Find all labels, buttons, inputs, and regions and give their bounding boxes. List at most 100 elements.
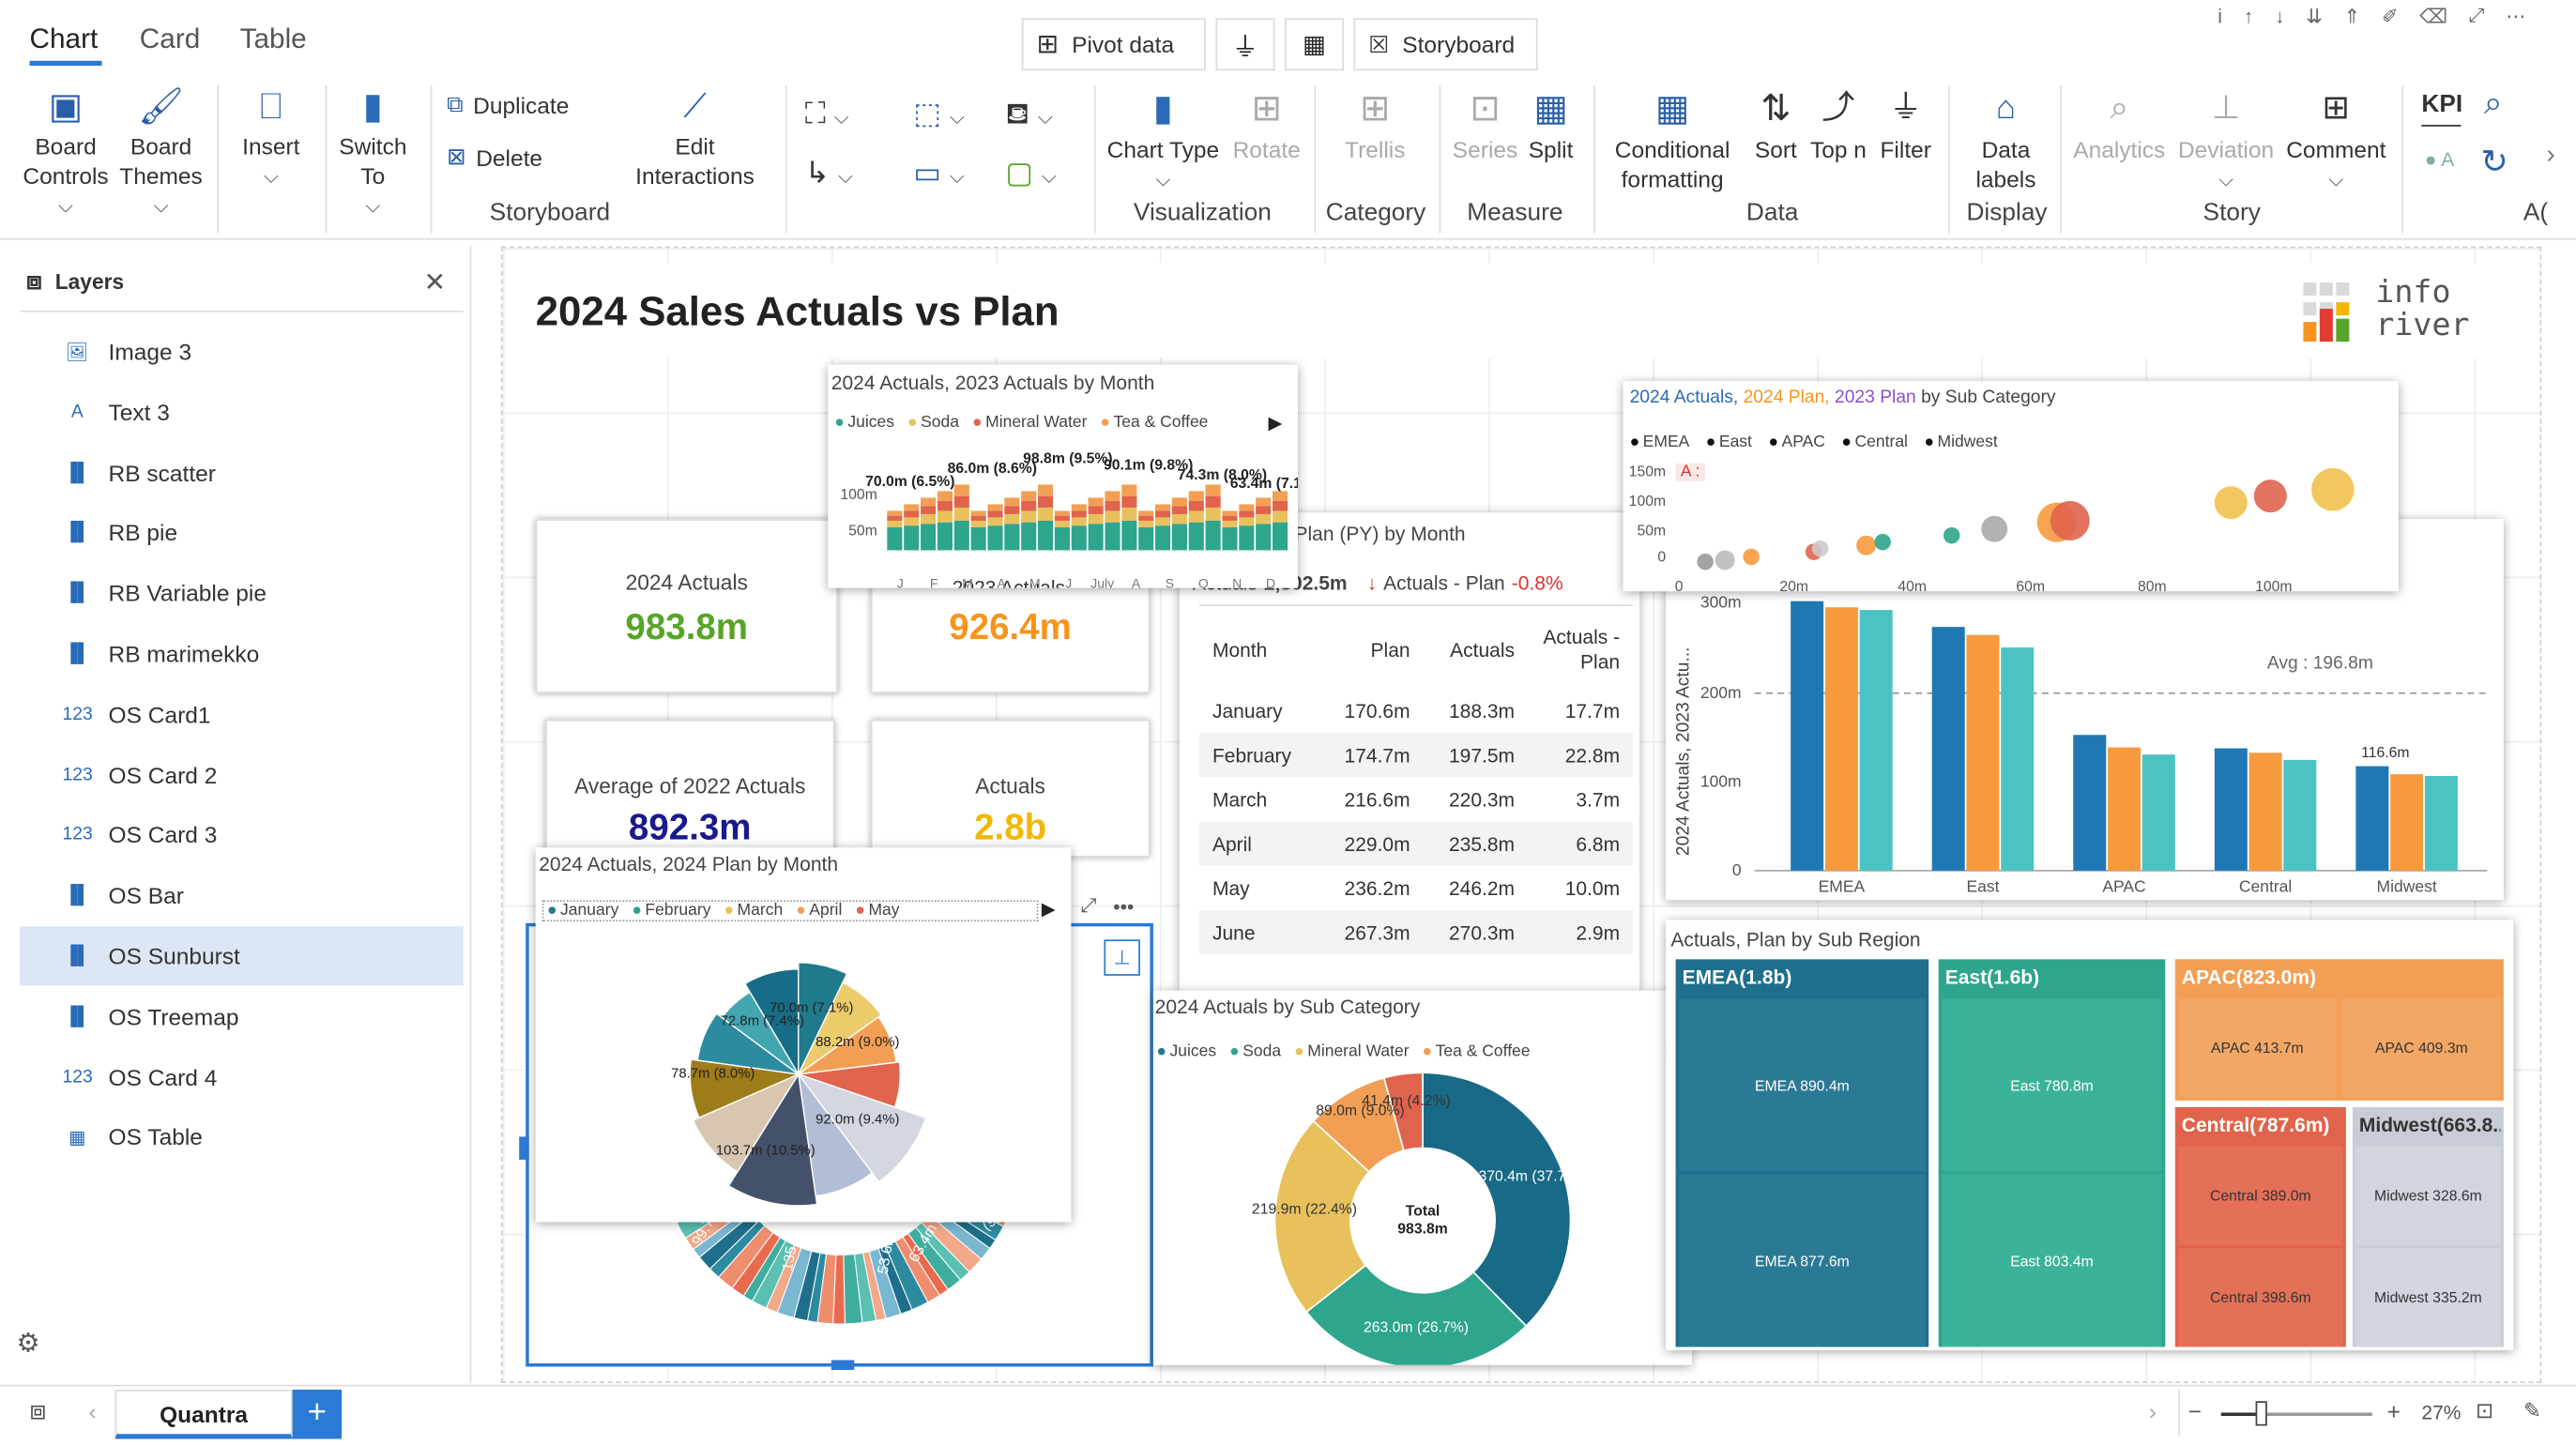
col-header[interactable]: Actuals - Plan — [1528, 613, 1633, 689]
rotate-button[interactable]: ⊞ Rotate — [1226, 83, 1308, 165]
analytics-button[interactable]: ⌕ Analytics — [2070, 83, 2169, 165]
close-icon[interactable]: ✕ — [424, 266, 446, 299]
table-row[interactable]: March 216.6m 220.3m 3.7m — [1199, 777, 1633, 821]
fit-page-icon[interactable]: ⊡ — [2476, 1398, 2493, 1424]
outline-icon[interactable]: ▭ ⌵ — [913, 144, 964, 204]
resize-handle[interactable] — [519, 1136, 529, 1160]
layer-item[interactable]: ▐▌ RB marimekko — [20, 624, 464, 683]
tab-card[interactable]: Card — [140, 23, 201, 56]
duplicate-button[interactable]: ⧉ Duplicate — [447, 90, 569, 118]
col-header[interactable]: Month — [1199, 613, 1318, 689]
table-row[interactable]: May 236.2m 246.2m 10.0m — [1199, 866, 1633, 910]
zoom-out-button[interactable]: − — [2188, 1398, 2202, 1424]
drill-down-icon[interactable]: ⇊ — [2306, 4, 2323, 27]
tab-table[interactable]: Table — [240, 23, 307, 56]
layer-item[interactable]: ▐▌ OS Bar — [20, 866, 464, 925]
kpi-variant[interactable]: ● A — [2425, 148, 2454, 172]
focus-icon[interactable]: ⤢ — [2469, 4, 2485, 28]
info-icon[interactable]: i — [2218, 4, 2222, 27]
ribbon-scroll-right-icon[interactable]: › — [2546, 142, 2554, 172]
field-list-icon[interactable]: ⚙ — [17, 1327, 40, 1360]
layer-item[interactable]: ▦ OS Table — [20, 1108, 464, 1167]
deviation-button[interactable]: ⊥ Deviation ⌵ — [2175, 83, 2278, 194]
treemap-visual[interactable]: Actuals, Plan by Sub Region EMEA(1.8b) EM… — [1666, 920, 2514, 1350]
treemap-group[interactable]: East(1.6b) East 780.8m East 803.4m — [1938, 959, 2166, 1347]
layer-item[interactable]: 🖼 Image 3 — [20, 322, 464, 381]
sort-down-icon[interactable]: ↓ — [2275, 4, 2285, 27]
storyboard-button[interactable]: ☒ Storyboard — [1353, 18, 1538, 71]
treemap-group[interactable]: Central(787.6m) Central 389.0m Central 398… — [2174, 1106, 2346, 1347]
treemap-cell[interactable]: Midwest 328.6m — [2355, 1146, 2501, 1245]
drill-up-icon[interactable]: ⇑ — [2344, 4, 2361, 27]
clear-icon[interactable]: ⌫ — [2419, 4, 2447, 27]
layer-item[interactable]: ▐▌ OS Treemap — [20, 987, 464, 1046]
stacked-chart-visual[interactable]: 2024 Actuals, 2023 Actuals by Month Juic… — [828, 364, 1298, 588]
layer-item[interactable]: 123 OS Card 2 — [20, 745, 464, 804]
treemap-cell[interactable]: East 803.4m — [1942, 1174, 2162, 1347]
treemap-cell[interactable]: APAC 409.3m — [2342, 998, 2501, 1098]
filter-pane-button[interactable]: ⏚ — [1215, 18, 1275, 71]
layer-item[interactable]: ▐▌ RB Variable pie — [20, 564, 464, 623]
layer-item[interactable]: ▐▌ RB scatter — [20, 443, 464, 502]
chart-type-button[interactable]: ▮ Chart Type ⌵ — [1104, 83, 1222, 194]
treemap-group[interactable]: EMEA(1.8b) EMEA 890.4m EMEA 877.6m — [1675, 959, 1929, 1347]
report-title[interactable]: 2024 Sales Actuals vs Plan — [536, 289, 1059, 337]
card-actuals[interactable]: Actuals 2.8b — [870, 719, 1151, 858]
split-button[interactable]: ▦ Split — [1521, 83, 1580, 165]
expand-icon[interactable]: ⤢ — [1081, 893, 1097, 918]
layer-item[interactable]: 123 OS Card 4 — [20, 1047, 464, 1106]
layer-item[interactable]: 123 OS Card1 — [20, 685, 464, 744]
treemap-cell[interactable]: East 780.8m — [1942, 998, 2162, 1172]
treemap-cell[interactable]: Midwest 335.2m — [2355, 1248, 2501, 1347]
more-icon[interactable]: ⋯ — [2506, 4, 2525, 27]
table-row[interactable]: April 229.0m 235.8m 6.8m — [1198, 821, 1634, 866]
select-frame-icon[interactable]: ⛶ ⌵ — [805, 85, 853, 144]
table-row[interactable]: January 170.6m 188.3m 17.7m — [1199, 689, 1633, 733]
edit-grid-button[interactable]: ▦ — [1284, 18, 1344, 71]
series-button[interactable]: ⊡ Series — [1449, 83, 1521, 165]
sort-up-icon[interactable]: ↑ — [2244, 4, 2254, 27]
col-header[interactable]: Plan — [1318, 613, 1423, 689]
sort-button[interactable]: ⇅ Sort — [1748, 83, 1805, 165]
treemap-cell[interactable]: Central 389.0m — [2178, 1146, 2343, 1245]
board-controls-button[interactable]: ▣ Board Controls ⌵ — [23, 83, 108, 221]
grid-border-icon[interactable]: ⬚ ⌵ — [913, 85, 964, 144]
layer-item[interactable]: 123 OS Card 3 — [20, 805, 464, 864]
filter-button[interactable]: ⏚ Filter — [1876, 83, 1935, 165]
col-header[interactable]: Actuals — [1424, 613, 1528, 689]
resize-handle[interactable] — [831, 1360, 855, 1371]
conditional-formatting-button[interactable]: ▦ Conditional formatting — [1604, 83, 1742, 194]
hierarchy-icon[interactable]: ⊥ — [1104, 939, 1140, 976]
pin-icon[interactable]: ✐ — [2382, 4, 2399, 27]
tab-chart[interactable]: Chart — [30, 23, 99, 56]
treemap-cell[interactable]: Central 398.6m — [2178, 1248, 2343, 1347]
treemap-cell[interactable]: EMEA 877.6m — [1679, 1174, 1926, 1347]
kpi-button[interactable]: KPI — [2421, 90, 2462, 118]
prev-sheet-icon[interactable]: ‹ — [89, 1398, 97, 1424]
layers-toggle-icon[interactable]: ⧈ — [30, 1398, 47, 1428]
zoom-in-button[interactable]: + — [2387, 1398, 2401, 1424]
search-icon[interactable]: ⌕ — [2484, 85, 2503, 123]
layer-item[interactable]: ▐▌ OS Sunburst — [20, 926, 464, 986]
scatter-visual[interactable]: 2024 Actuals, 2024 Plan, 2023 Plan by Su… — [1623, 381, 2399, 592]
zoom-slider-thumb[interactable] — [2255, 1401, 2267, 1426]
switch-to-button[interactable]: ▮ Switch To ⌵ — [332, 83, 415, 221]
pie-visual[interactable]: 2024 Actuals, 2024 Plan by Month January… — [535, 847, 1072, 1223]
treemap-cell[interactable]: APAC 413.7m — [2178, 998, 2337, 1098]
add-sheet-button[interactable]: + — [292, 1390, 343, 1439]
insert-button[interactable]: ⎕ Insert ⌵ — [230, 83, 312, 191]
connector-icon[interactable]: ↳ ⌵ — [805, 144, 853, 204]
more-options-icon[interactable]: ••• — [1113, 894, 1134, 918]
data-labels-button[interactable]: ⌂ Data labels — [1961, 83, 2050, 194]
trellis-button[interactable]: ⊞ Trellis — [1334, 83, 1416, 165]
sheet-tab-quantra[interactable]: Quantra — [114, 1390, 293, 1439]
refresh-icon[interactable]: ↻ — [2480, 142, 2507, 183]
next-sheet-icon[interactable]: › — [2149, 1398, 2157, 1424]
donut-visual[interactable]: 2024 Actuals by Sub Category JuicesSodaM… — [1152, 990, 1693, 1365]
layer-item[interactable]: ▐▌ RB pie — [20, 503, 464, 562]
card-average-2022[interactable]: Average of 2022 Actuals 892.3m — [545, 719, 835, 858]
edit-interactions-button[interactable]: ⟋ Edit Interactions — [621, 83, 770, 191]
treemap-group[interactable]: Midwest(663.8... Midwest 328.6m Midwest 33… — [2352, 1106, 2504, 1347]
board-themes-button[interactable]: 🖌 Board Themes ⌵ — [118, 83, 204, 221]
top-n-button[interactable]: ⤴ Top n — [1807, 83, 1870, 165]
